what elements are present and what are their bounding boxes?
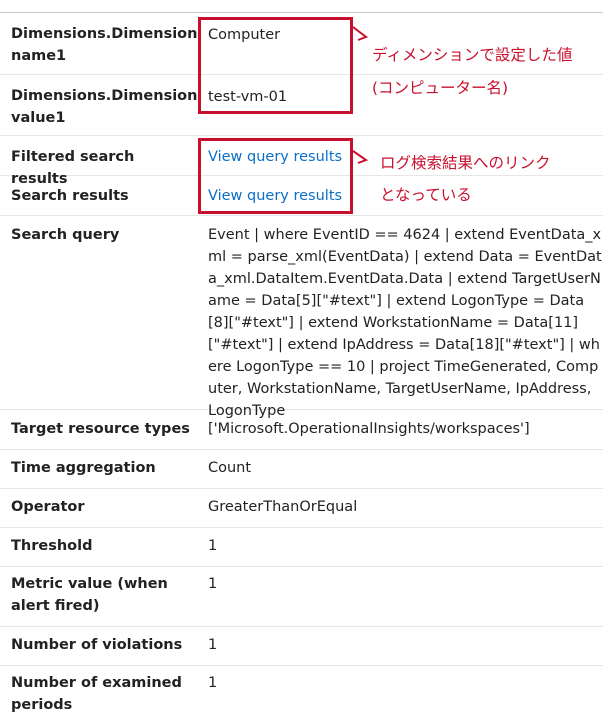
link-annotation-line2: となっている bbox=[380, 186, 472, 204]
annotation-leader-lines bbox=[352, 26, 369, 164]
dimension-annotation-line2: (コンピューター名) bbox=[372, 79, 509, 97]
dimension-annotation-line1: ディメンションで設定した値 bbox=[372, 46, 573, 64]
link-annotation-line1: ログ検索結果へのリンク bbox=[380, 154, 551, 172]
